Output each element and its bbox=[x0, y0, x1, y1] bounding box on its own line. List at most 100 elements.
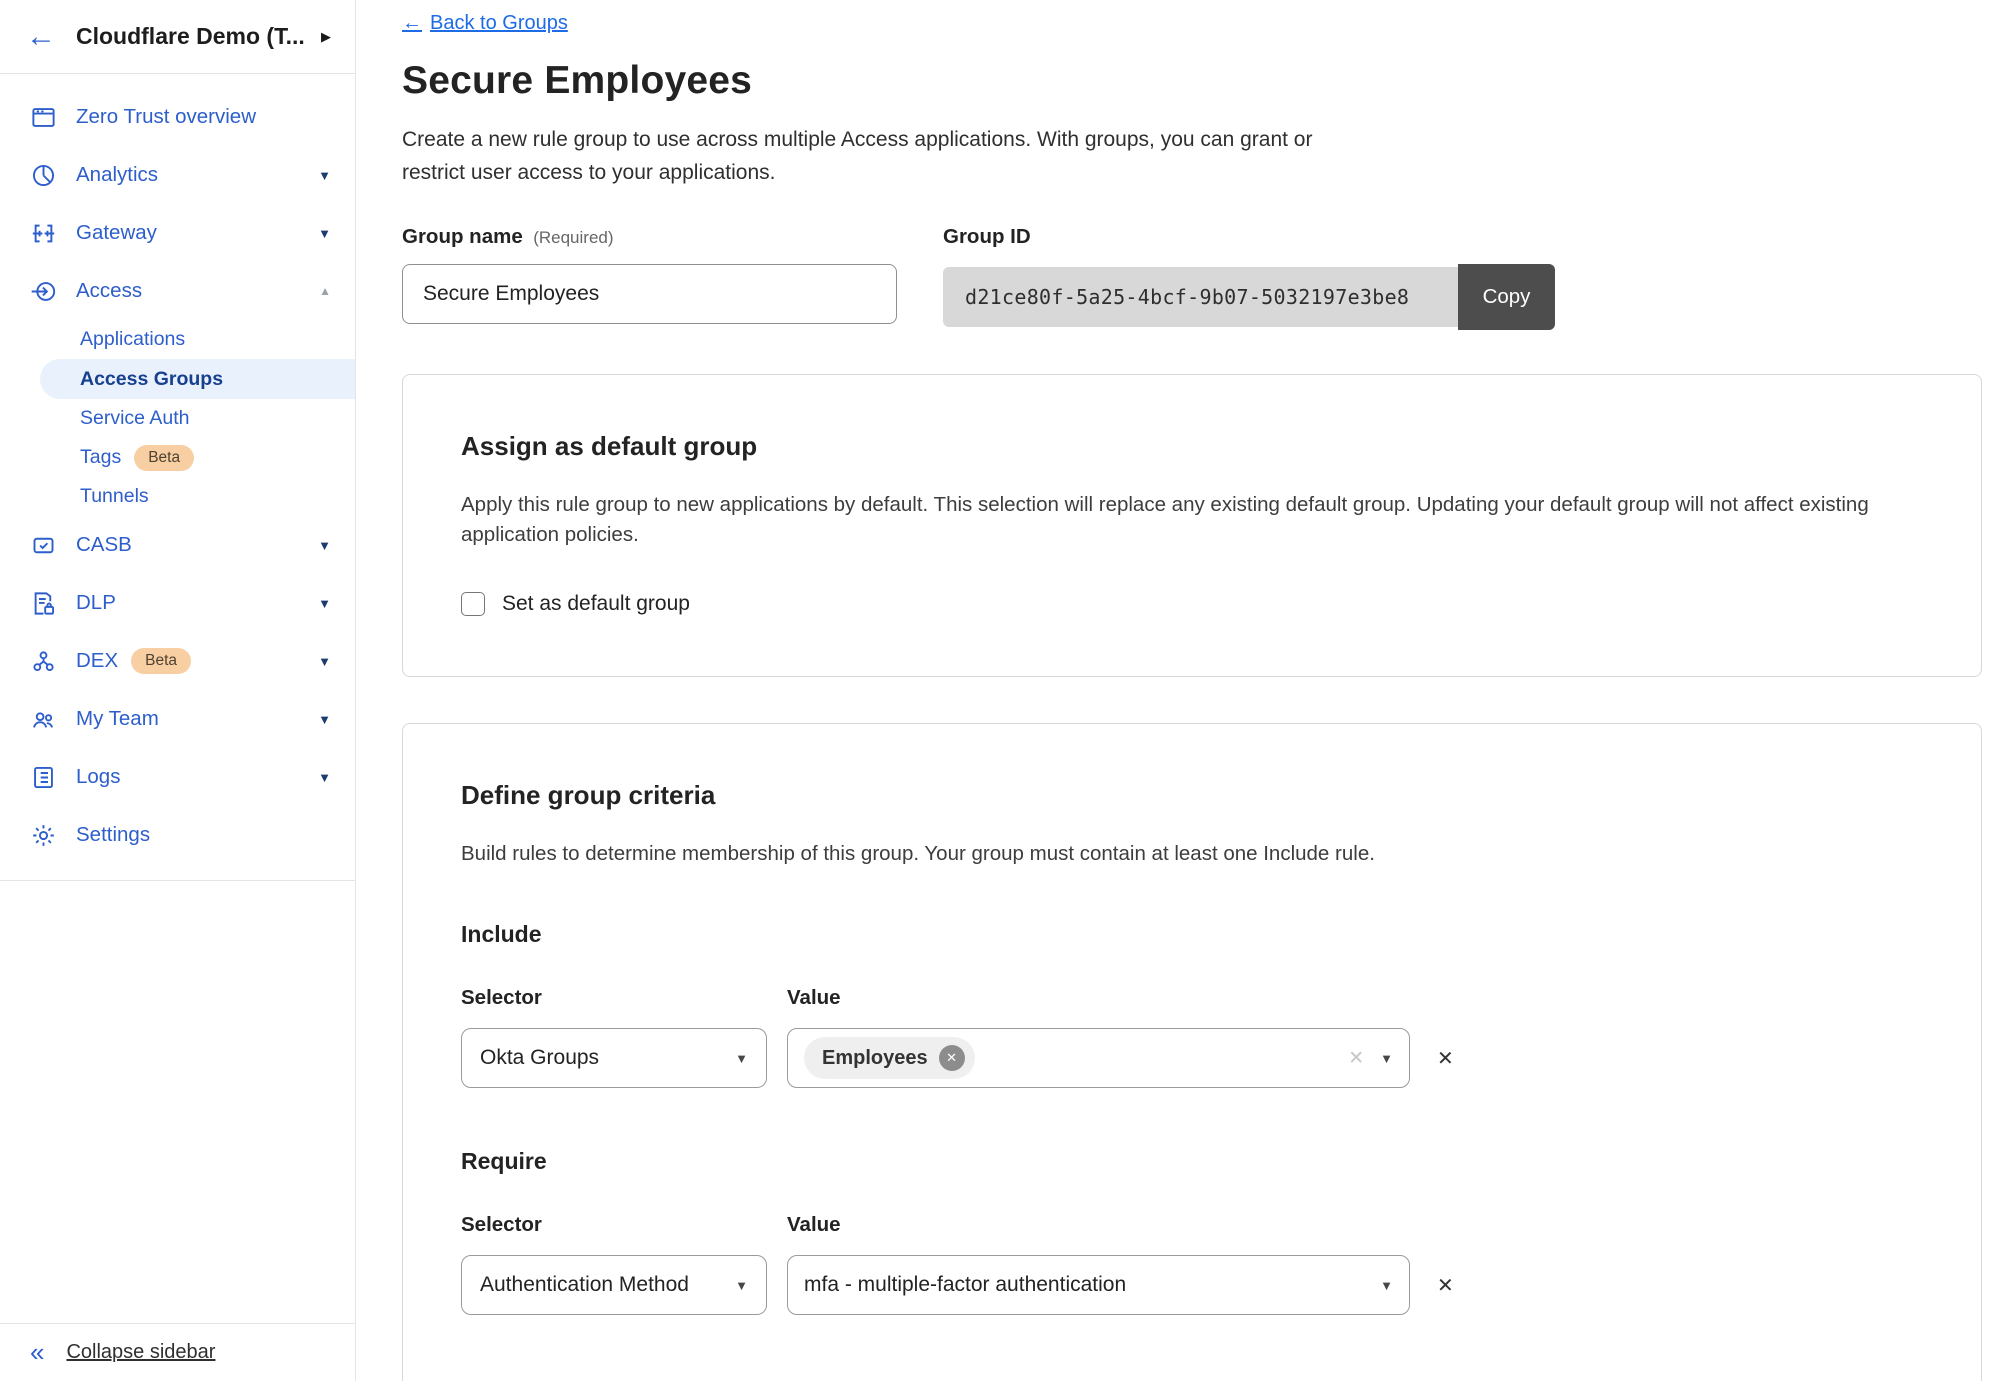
require-heading: Require bbox=[461, 1148, 1923, 1175]
card-title: Assign as default group bbox=[461, 431, 1923, 462]
sidebar: ← Cloudflare Demo (T... ▶ Zero Trust ove… bbox=[0, 0, 356, 1381]
sidebar-item-label: My Team bbox=[76, 707, 159, 731]
casb-icon bbox=[30, 532, 57, 559]
sidebar-item-zero-trust-overview[interactable]: Zero Trust overview bbox=[0, 88, 355, 146]
set-default-group-row[interactable]: Set as default group bbox=[461, 592, 1923, 616]
sidebar-item-access[interactable]: Access ▲ bbox=[0, 262, 355, 320]
selected-option: mfa - multiple-factor authentication bbox=[804, 1273, 1126, 1297]
include-heading: Include bbox=[461, 921, 1923, 948]
group-id-label: Group ID bbox=[943, 225, 1031, 248]
card-body: Apply this rule group to new application… bbox=[461, 490, 1871, 550]
sidebar-item-service-auth[interactable]: Service Auth bbox=[0, 399, 355, 438]
pie-chart-icon bbox=[30, 162, 57, 189]
back-arrow-icon: ← bbox=[402, 12, 422, 35]
sidebar-item-applications[interactable]: Applications bbox=[0, 320, 355, 359]
chevron-down-icon[interactable]: ▼ bbox=[318, 226, 331, 241]
document-lock-icon bbox=[30, 590, 57, 617]
include-labels: Selector Value bbox=[461, 986, 1923, 1010]
chevron-down-icon[interactable]: ▼ bbox=[318, 712, 331, 727]
value-chip: Employees ✕ bbox=[804, 1037, 975, 1079]
chevron-down-icon[interactable]: ▼ bbox=[318, 770, 331, 785]
selector-label: Selector bbox=[461, 986, 787, 1010]
include-selector-dropdown[interactable]: Okta Groups ▼ bbox=[461, 1028, 767, 1088]
chevron-down-icon: ▼ bbox=[735, 1051, 748, 1066]
list-document-icon bbox=[30, 764, 57, 791]
sidebar-item-label: Zero Trust overview bbox=[76, 105, 256, 129]
card-title: Define group criteria bbox=[461, 780, 1923, 811]
include-value-field[interactable]: Employees ✕ ✕ ▼ bbox=[787, 1028, 1410, 1088]
page-title: Secure Employees bbox=[402, 59, 1999, 103]
sidebar-item-label: DLP bbox=[76, 591, 116, 615]
group-name-label: Group name bbox=[402, 225, 523, 248]
sidebar-item-label: Settings bbox=[76, 823, 150, 847]
checkbox-label: Set as default group bbox=[502, 592, 690, 616]
gateway-icon bbox=[30, 220, 57, 247]
group-name-input[interactable] bbox=[402, 264, 897, 324]
group-id-value: d21ce80f-5a25-4bcf-9b07-5032197e3be8 bbox=[943, 267, 1458, 327]
require-labels: Selector Value bbox=[461, 1213, 1923, 1237]
back-arrow-icon[interactable]: ← bbox=[26, 22, 56, 52]
expand-caret-icon[interactable]: ▶ bbox=[321, 29, 331, 45]
beta-badge: Beta bbox=[131, 648, 191, 674]
sidebar-item-label: DEX bbox=[76, 649, 118, 673]
clear-values-button[interactable]: ✕ bbox=[1348, 1047, 1364, 1070]
sidebar-item-dlp[interactable]: DLP ▼ bbox=[0, 574, 355, 632]
chevron-up-icon[interactable]: ▲ bbox=[319, 284, 331, 298]
sidebar-item-settings[interactable]: Settings bbox=[0, 806, 355, 864]
sidebar-item-access-groups[interactable]: Access Groups bbox=[40, 359, 355, 399]
required-hint: (Required) bbox=[533, 228, 613, 247]
access-icon bbox=[30, 278, 57, 305]
sidebar-item-label: Tunnels bbox=[80, 485, 149, 508]
sidebar-item-casb[interactable]: CASB ▼ bbox=[0, 516, 355, 574]
sidebar-item-label: Logs bbox=[76, 765, 120, 789]
sidebar-item-logs[interactable]: Logs ▼ bbox=[0, 748, 355, 806]
account-switcher[interactable]: ← Cloudflare Demo (T... ▶ bbox=[0, 0, 355, 74]
require-selector-dropdown[interactable]: Authentication Method ▼ bbox=[461, 1255, 767, 1315]
value-label: Value bbox=[787, 1213, 841, 1237]
remove-chip-button[interactable]: ✕ bbox=[939, 1045, 965, 1071]
remove-require-row-button[interactable]: ✕ bbox=[1437, 1273, 1454, 1298]
app-window: ← Cloudflare Demo (T... ▶ Zero Trust ove… bbox=[0, 0, 1999, 1381]
beta-badge: Beta bbox=[134, 445, 194, 471]
group-meta-row: Group name (Required) Group ID d21ce80f-… bbox=[402, 225, 1999, 330]
selector-label: Selector bbox=[461, 1213, 787, 1237]
account-name: Cloudflare Demo (T... bbox=[76, 23, 305, 50]
sidebar-item-analytics[interactable]: Analytics ▼ bbox=[0, 146, 355, 204]
people-icon bbox=[30, 706, 57, 733]
window-icon bbox=[30, 104, 57, 131]
page-description: Create a new rule group to use across mu… bbox=[402, 123, 1367, 189]
chevron-down-icon: ▼ bbox=[735, 1278, 748, 1293]
remove-include-row-button[interactable]: ✕ bbox=[1437, 1046, 1454, 1071]
chevron-down-icon[interactable]: ▼ bbox=[318, 654, 331, 669]
collapse-icon: « bbox=[30, 1337, 44, 1368]
sidebar-item-gateway[interactable]: Gateway ▼ bbox=[0, 204, 355, 262]
default-group-card: Assign as default group Apply this rule … bbox=[402, 374, 1982, 677]
sidebar-nav: Zero Trust overview Analytics ▼ Gateway … bbox=[0, 74, 355, 881]
selected-option: Okta Groups bbox=[480, 1046, 599, 1070]
chevron-down-icon[interactable]: ▼ bbox=[318, 168, 331, 183]
collapse-sidebar-button[interactable]: « Collapse sidebar bbox=[0, 1323, 355, 1381]
collapse-sidebar-label: Collapse sidebar bbox=[66, 1341, 215, 1364]
chevron-down-icon: ▼ bbox=[1380, 1051, 1393, 1066]
sidebar-item-tags[interactable]: Tags Beta bbox=[0, 438, 355, 477]
sidebar-item-label: Service Auth bbox=[80, 407, 189, 430]
sidebar-item-dex[interactable]: DEX Beta ▼ bbox=[0, 632, 355, 690]
sidebar-item-label: Gateway bbox=[76, 221, 157, 245]
gear-icon bbox=[30, 822, 57, 849]
sidebar-item-label: Access Groups bbox=[80, 368, 223, 391]
checkbox-icon[interactable] bbox=[461, 592, 485, 616]
sidebar-item-label: Applications bbox=[80, 328, 185, 351]
value-label: Value bbox=[787, 986, 841, 1010]
selected-option: Authentication Method bbox=[480, 1273, 689, 1297]
sidebar-spacer bbox=[0, 881, 355, 1323]
sidebar-item-tunnels[interactable]: Tunnels bbox=[0, 477, 355, 516]
back-link-label: Back to Groups bbox=[430, 12, 568, 35]
chevron-down-icon[interactable]: ▼ bbox=[318, 538, 331, 553]
back-to-groups-link[interactable]: ← Back to Groups bbox=[402, 12, 568, 35]
copy-button[interactable]: Copy bbox=[1458, 264, 1555, 330]
chevron-down-icon[interactable]: ▼ bbox=[318, 596, 331, 611]
sidebar-item-my-team[interactable]: My Team ▼ bbox=[0, 690, 355, 748]
require-value-dropdown[interactable]: mfa - multiple-factor authentication ▼ bbox=[787, 1255, 1410, 1315]
network-nodes-icon bbox=[30, 648, 57, 675]
sidebar-item-label: Analytics bbox=[76, 163, 158, 187]
